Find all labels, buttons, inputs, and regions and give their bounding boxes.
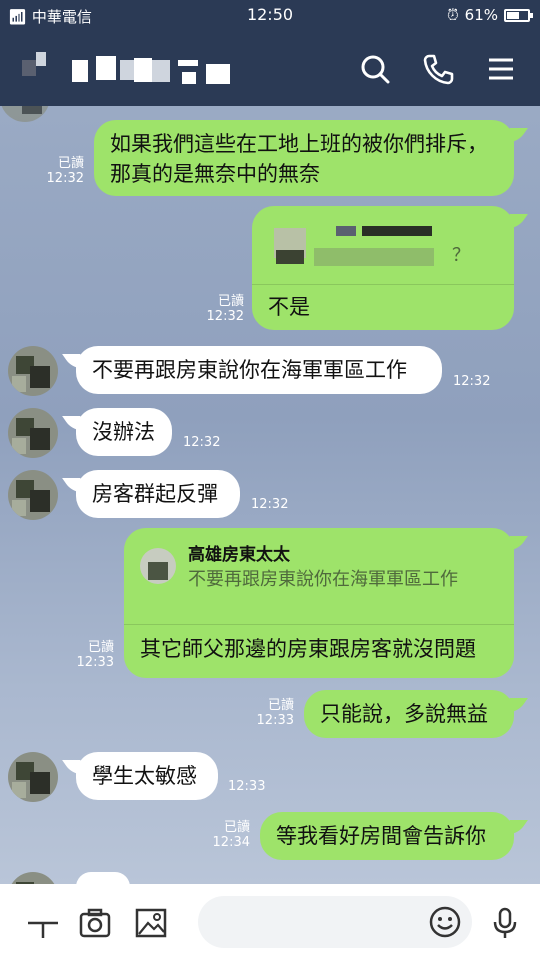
phone-icon[interactable] bbox=[421, 52, 455, 86]
read-receipt: 已讀 bbox=[87, 640, 114, 655]
message-meta: 已讀 12:33 bbox=[250, 698, 294, 728]
menu-icon[interactable] bbox=[484, 52, 518, 86]
message-time: 12:32 bbox=[183, 435, 221, 450]
quoted-avatar bbox=[140, 548, 176, 584]
avatar[interactable] bbox=[0, 106, 50, 122]
message-bubble-received[interactable]: 不要再跟房東說你在海軍軍區工作 bbox=[76, 346, 442, 394]
redaction-block bbox=[206, 64, 230, 84]
input-bar bbox=[0, 884, 540, 960]
message-time: 12:33 bbox=[76, 655, 114, 670]
battery-icon bbox=[504, 8, 533, 22]
message-text: 房客群起反彈 bbox=[92, 482, 218, 506]
message-text: 其它師父那邊的房東跟房客就沒問題 bbox=[140, 637, 476, 661]
message-time: 12:32 bbox=[453, 374, 491, 389]
message-text: 如果我們這些在工地上班的被你們排斥，那真的是無奈中的無奈 bbox=[110, 132, 488, 186]
read-receipt: 已讀 bbox=[223, 820, 250, 835]
redaction-block bbox=[182, 72, 196, 84]
quote-divider bbox=[252, 284, 514, 285]
message-time: 12:33 bbox=[256, 713, 294, 728]
read-receipt: 已讀 bbox=[217, 294, 244, 309]
image-icon[interactable] bbox=[134, 906, 168, 940]
redaction-block bbox=[22, 60, 36, 76]
redaction-block bbox=[314, 248, 434, 266]
redaction-block bbox=[276, 250, 304, 264]
alarm-icon: ⏰︎ bbox=[446, 6, 459, 24]
avatar[interactable] bbox=[8, 872, 58, 884]
quoted-sender-name: 高雄房東太太 bbox=[188, 545, 290, 565]
avatar[interactable] bbox=[8, 408, 58, 458]
redaction-block bbox=[72, 60, 88, 82]
message-bubble-sent-reply[interactable]: 高雄房東太太 不要再跟房東說你在海軍軍區工作 其它師父那邊的房東跟房客就沒問題 bbox=[124, 528, 514, 678]
message-bubble-received[interactable] bbox=[76, 872, 130, 884]
redaction-block bbox=[336, 226, 356, 236]
message-text: 沒辦法 bbox=[92, 420, 155, 444]
quote-divider bbox=[124, 624, 514, 625]
message-meta: 已讀 12:33 bbox=[64, 640, 114, 670]
message-bubble-sent[interactable]: 只能說，多說無益 bbox=[304, 690, 514, 738]
avatar[interactable] bbox=[8, 346, 58, 396]
camera-icon[interactable] bbox=[78, 906, 112, 940]
emoji-icon[interactable] bbox=[428, 905, 462, 939]
message-text: 等我看好房間會告訴你 bbox=[276, 824, 486, 848]
redaction-block bbox=[134, 58, 152, 82]
quoted-text: ？ bbox=[452, 245, 470, 266]
message-time: 12:34 bbox=[212, 835, 250, 850]
redaction-block bbox=[120, 60, 134, 80]
read-receipt: 已讀 bbox=[267, 698, 294, 713]
message-time: 12:32 bbox=[206, 309, 244, 324]
message-time: 12:32 bbox=[251, 497, 289, 512]
message-text: 不是 bbox=[268, 295, 310, 319]
message-time: 12:32 bbox=[46, 171, 84, 186]
message-bubble-sent-reply[interactable]: ？ 不是 bbox=[252, 206, 514, 330]
redaction-block bbox=[96, 56, 116, 80]
search-icon[interactable] bbox=[358, 52, 392, 86]
avatar[interactable] bbox=[8, 752, 58, 802]
status-bar: 📶︎ 中華電信 12:50 ⏰︎ 61% bbox=[0, 0, 540, 30]
redaction-block bbox=[362, 226, 432, 236]
read-receipt: 已讀 bbox=[57, 156, 84, 171]
message-text: 不要再跟房東說你在海軍軍區工作 bbox=[92, 358, 407, 382]
message-time: 12:33 bbox=[228, 779, 266, 794]
message-meta: 已讀 12:32 bbox=[200, 294, 244, 324]
status-right: ⏰︎ 61% bbox=[446, 6, 533, 24]
message-text: 只能說，多說無益 bbox=[320, 702, 488, 726]
chat-header bbox=[0, 30, 540, 106]
message-bubble-received[interactable]: 學生太敏感 bbox=[76, 752, 218, 800]
message-meta: 已讀 12:32 bbox=[40, 156, 84, 186]
message-meta: 已讀 12:34 bbox=[206, 820, 250, 850]
chat-area[interactable]: 已讀 12:32 如果我們這些在工地上班的被你們排斥，那真的是無奈中的無奈 已讀… bbox=[0, 106, 540, 884]
message-bubble-sent[interactable]: 如果我們這些在工地上班的被你們排斥，那真的是無奈中的無奈 bbox=[94, 120, 514, 196]
battery-fill bbox=[507, 11, 520, 19]
message-bubble-received[interactable]: 沒辦法 bbox=[76, 408, 172, 456]
plus-icon[interactable] bbox=[26, 906, 60, 940]
mic-icon[interactable] bbox=[488, 906, 522, 940]
message-bubble-received[interactable]: 房客群起反彈 bbox=[76, 470, 240, 518]
message-text: 學生太敏感 bbox=[92, 764, 197, 788]
redaction-block bbox=[178, 60, 198, 66]
redaction-block bbox=[152, 60, 170, 82]
quoted-text: 不要再跟房東說你在海軍軍區工作 bbox=[188, 569, 458, 590]
redaction-block bbox=[36, 52, 46, 66]
avatar[interactable] bbox=[8, 470, 58, 520]
message-bubble-sent[interactable]: 等我看好房間會告訴你 bbox=[260, 812, 514, 860]
battery-label: 61% bbox=[464, 6, 498, 24]
